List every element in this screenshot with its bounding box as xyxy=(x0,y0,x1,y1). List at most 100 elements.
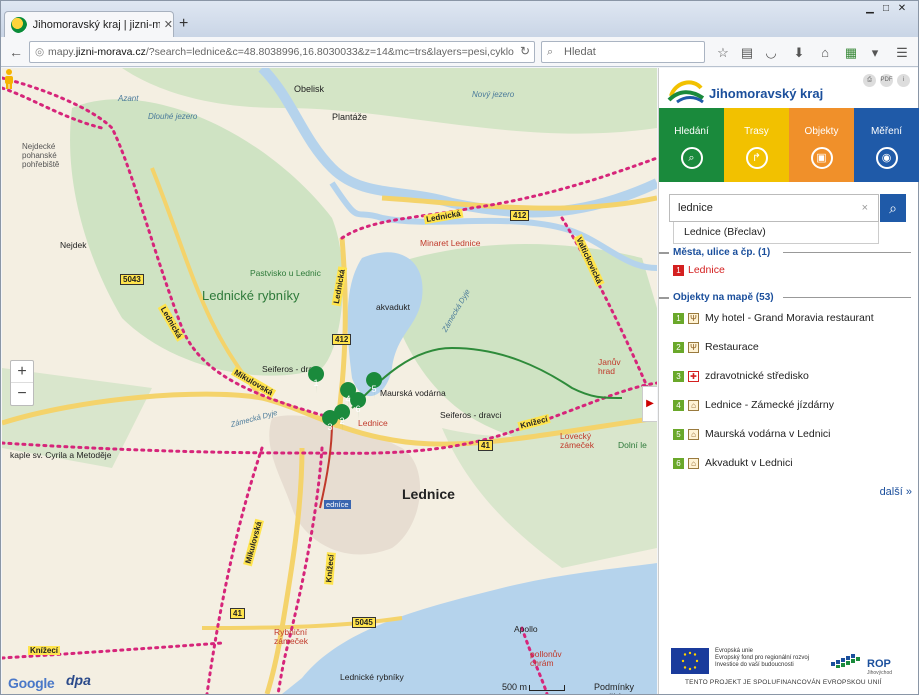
tab-label: Měření xyxy=(870,126,903,137)
search-icon: ⌕ xyxy=(889,200,897,216)
address-bar[interactable]: ◎ mapy. jizni-morava.cz/?search=lednice&c… xyxy=(29,41,535,63)
search-value: lednice xyxy=(678,202,713,214)
collapse-panel-button[interactable]: ▶ xyxy=(642,386,657,422)
result-number: 4 xyxy=(673,399,684,411)
region-logo-icon xyxy=(667,80,705,104)
jihomoravsky-kraj-logo[interactable]: Jihomoravský kraj xyxy=(667,76,823,104)
map-label-pastvisko: Pastvisko u Lednic xyxy=(250,268,321,278)
result-object-6[interactable]: 6 ⌂ Akvadukt v Lednici xyxy=(673,457,793,469)
navigation-bar: ← ◎ mapy. jizni-morava.cz/?search=lednice… xyxy=(1,37,918,67)
maximize-icon[interactable]: □ xyxy=(879,3,893,15)
search-button[interactable]: ⌕ xyxy=(880,194,906,222)
reading-list-icon[interactable]: ▤ xyxy=(739,45,755,61)
tab-objekty[interactable]: Objekty ▣ xyxy=(789,108,854,182)
zoom-out-button[interactable]: − xyxy=(11,383,33,405)
terms-link[interactable]: Podmínky použití xyxy=(594,682,657,694)
pocket-icon[interactable]: ◡ xyxy=(763,45,779,61)
tab-jihomoravsky-kraj[interactable]: Jihomoravský kraj | jizni-mora... ✕ xyxy=(4,11,174,37)
cycle-trail xyxy=(205,446,264,694)
result-town-1[interactable]: 1 Lednice xyxy=(673,264,725,276)
tab-title: Jihomoravský kraj | jizni-mora... xyxy=(32,18,160,31)
eu-footer-text: TENTO PROJEKT JE SPOLUFINANCOVÁN EVROPSK… xyxy=(685,679,882,686)
new-tab-button[interactable]: + xyxy=(179,15,188,33)
map-label-januv-hrad: Janův hrad xyxy=(598,357,621,376)
search-icon: ⌕ xyxy=(680,147,703,169)
map-label-pohrebiste: Nejdecké pohanské pohřebiště xyxy=(22,142,60,169)
place-search-input[interactable]: lednice × xyxy=(669,194,879,222)
tab-trasy[interactable]: Trasy ↱ xyxy=(724,108,789,182)
eu-line: Evropský fond pro regionální rozvoj xyxy=(715,655,810,661)
road-shield: 5045 xyxy=(352,617,376,628)
building-icon: ▣ xyxy=(810,147,833,169)
map-canvas[interactable]: 412 412 5043 41 41 5045 Lednická Lednick… xyxy=(2,68,657,694)
scale-text: 500 m xyxy=(502,682,528,692)
tab-hledani[interactable]: Hledání ⌕ xyxy=(659,108,724,182)
map-label-apollo: Apollo xyxy=(514,624,538,634)
menu-icon[interactable]: ☰ xyxy=(894,45,910,61)
result-object-1[interactable]: 1 Ψ My hotel - Grand Moravia restaurant xyxy=(673,312,874,324)
road-shield: 412 xyxy=(332,334,352,345)
side-panel: Jihomoravský kraj ⎙ PDF i Hledání ⌕ Tras… xyxy=(658,68,919,694)
map-label-lednicke-rybniky: Lednické rybníky xyxy=(202,288,300,303)
browser-search-placeholder: Hledat xyxy=(564,46,596,58)
eu-text: Evropská unie Evropský fond pro regionál… xyxy=(715,648,809,669)
street-view-pegman-icon[interactable] xyxy=(2,68,16,90)
dropdown-icon[interactable]: ▾ xyxy=(867,45,883,61)
road-shield: 41 xyxy=(230,608,245,619)
section-towns: Města, ulice a čp. (1) xyxy=(658,247,771,258)
result-number: 1 xyxy=(673,264,684,276)
map-label-dolni: Dolní le xyxy=(618,440,647,450)
panel-tabs: Hledání ⌕ Trasy ↱ Objekty ▣ Měření ◉ xyxy=(659,108,919,182)
minimize-icon[interactable]: ▁ xyxy=(863,3,877,15)
result-number: 6 xyxy=(673,457,684,469)
result-object-3[interactable]: 3 ✚ zdravotnické středisko xyxy=(673,370,809,382)
browser-search-box[interactable]: ⌕ Hledat xyxy=(541,41,705,63)
map-label-lednice-red: Lednice xyxy=(358,418,388,428)
home-icon[interactable]: ⌂ xyxy=(817,45,833,61)
zoom-in-button[interactable]: + xyxy=(11,361,33,383)
result-label: zdravotnické středisko xyxy=(705,370,809,382)
more-label: další xyxy=(879,486,903,498)
panel-tools: ⎙ PDF i xyxy=(863,74,910,87)
result-object-5[interactable]: 5 ⌂ Maurská vodárna v Lednici xyxy=(673,428,830,440)
more-results-link[interactable]: další » xyxy=(880,486,912,498)
dpa-logo: dpa xyxy=(66,672,91,688)
monument-icon: ⌂ xyxy=(688,428,699,440)
google-logo[interactable]: Google xyxy=(8,675,55,691)
zoom-control: + − xyxy=(10,360,34,406)
map-label-lovecky-zamecek: Lovecký zámeček xyxy=(560,431,595,450)
print-icon[interactable]: ⎙ xyxy=(863,74,876,87)
globe-icon: ◎ xyxy=(35,46,45,58)
pdf-icon[interactable]: PDF xyxy=(880,74,893,87)
download-icon[interactable]: ⬇ xyxy=(791,45,807,61)
rop-label: ROP xyxy=(867,658,891,670)
restaurant-icon: Ψ xyxy=(688,341,699,353)
close-tab-icon[interactable]: ✕ xyxy=(164,18,173,31)
close-window-icon[interactable]: ✕ xyxy=(895,3,909,15)
map-label-novy-jezero: Nový jezero xyxy=(472,90,515,99)
tab-label: Objekty xyxy=(804,126,839,137)
clear-icon[interactable]: × xyxy=(862,195,868,221)
tab-label: Trasy xyxy=(744,126,769,137)
result-object-4[interactable]: 4 ⌂ Lednice - Zámecké jízdárny xyxy=(673,399,834,411)
map-label-azant: Azant xyxy=(118,94,139,103)
map-label-maurska-vodarna: Maurská vodárna xyxy=(380,388,446,398)
map-label-seiferos-dravci: Seiferos - dravci xyxy=(440,410,502,420)
eu-flag-icon xyxy=(671,648,709,674)
addon-icon[interactable]: ▦ xyxy=(843,45,859,61)
reload-icon[interactable]: ↻ xyxy=(520,44,530,58)
search-suggestion[interactable]: Lednice (Břeclav) xyxy=(673,222,879,244)
map-label-akvadukt: akvadukt xyxy=(376,302,411,312)
eu-footer: Evropská unie Evropský fond pro regionál… xyxy=(671,648,911,692)
divider xyxy=(783,252,911,253)
tab-label: Hledání xyxy=(674,126,709,137)
result-label: Maurská vodárna v Lednici xyxy=(705,428,831,440)
back-button[interactable]: ← xyxy=(5,41,27,63)
bookmark-star-icon[interactable]: ☆ xyxy=(715,45,731,61)
road-shield: 41 xyxy=(478,440,493,451)
url-host: jizni-morava.cz xyxy=(75,46,146,58)
url-prefix: mapy. xyxy=(48,46,76,58)
info-icon[interactable]: i xyxy=(897,74,910,87)
result-object-2[interactable]: 2 Ψ Restaurace xyxy=(673,341,759,353)
tab-mereni[interactable]: Měření ◉ xyxy=(854,108,919,182)
